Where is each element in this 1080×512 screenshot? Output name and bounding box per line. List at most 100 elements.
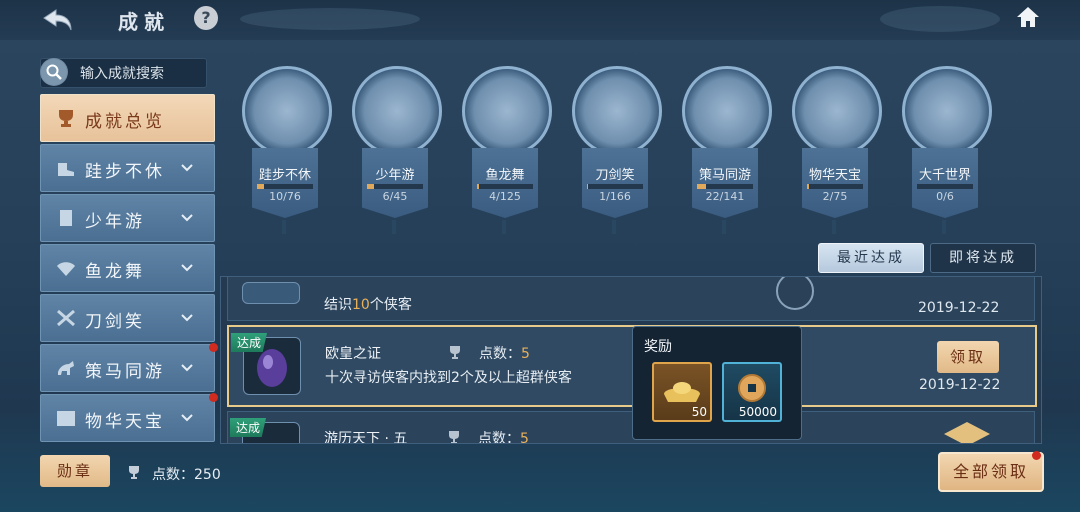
category-stem xyxy=(282,220,286,234)
category-progress-bar xyxy=(367,184,423,189)
category-banner xyxy=(582,148,648,218)
category-badge[interactable]: 刀剑笑 1/166 xyxy=(570,58,662,236)
trophy-icon xyxy=(449,431,459,443)
category-stem xyxy=(722,220,726,234)
fan-ribbon-icon xyxy=(462,66,552,156)
category-count: 10/76 xyxy=(269,190,301,203)
category-stem xyxy=(392,220,396,234)
sidebar-item-1[interactable]: 跬步不休 xyxy=(40,144,215,192)
achievement-row: 结识10个侠客 2019-12-22 xyxy=(227,277,1035,321)
reward-popup-title: 奖励 xyxy=(644,339,672,355)
total-points: 点数：250 xyxy=(152,467,221,483)
help-icon[interactable]: ? xyxy=(194,6,218,30)
medal-button[interactable]: 勋章 xyxy=(40,455,110,487)
sidebar-item-6[interactable]: 物华天宝 xyxy=(40,393,218,442)
category-count: 1/166 xyxy=(599,190,631,203)
tab-upcoming[interactable]: 即将达成 xyxy=(930,243,1036,273)
category-label: 大千世界 xyxy=(918,168,971,183)
sidebar-item-label: 成就总览 xyxy=(85,112,165,132)
book-icon xyxy=(60,210,72,226)
sidebar-item-4[interactable]: 刀剑笑 xyxy=(40,294,215,342)
trophy-icon xyxy=(129,466,139,479)
purple-book-icon xyxy=(352,66,442,156)
back-arrow-icon[interactable] xyxy=(38,6,78,34)
category-banner xyxy=(472,148,538,218)
category-label: 鱼龙舞 xyxy=(485,168,525,183)
sidebar-item-5[interactable]: 策马同游 xyxy=(40,343,218,392)
sidebar-item-3[interactable]: 鱼龙舞 xyxy=(40,244,215,292)
achievement-desc: 十次寻访侠客内找到2个及以上超群侠客 xyxy=(325,370,572,386)
search-icon[interactable] xyxy=(40,58,68,86)
chevron-down-icon xyxy=(181,164,193,172)
sidebar-item-label: 鱼龙舞 xyxy=(85,262,145,282)
sidebar-item-label: 物华天宝 xyxy=(85,412,165,432)
alert-dot xyxy=(209,343,218,352)
achievement-row[interactable]: 达成 游历天下 · 五 点数：5 xyxy=(227,411,1035,444)
category-progress-bar xyxy=(917,184,973,189)
category-banner xyxy=(692,148,758,218)
sidebar-item-label: 少年游 xyxy=(85,212,145,232)
medal-stamp-icon xyxy=(776,277,814,310)
boot-icon xyxy=(58,163,74,176)
scroll-fabric-icon xyxy=(242,66,332,156)
category-label: 少年游 xyxy=(375,168,415,183)
fan-icon xyxy=(57,262,75,276)
reward-item[interactable]: 50 xyxy=(652,362,712,422)
cloud-decoration xyxy=(880,6,1000,32)
category-progress-bar xyxy=(257,184,313,189)
chevron-down-icon xyxy=(181,314,193,322)
treasure-chest-icon xyxy=(792,66,882,156)
category-banner xyxy=(252,148,318,218)
category-count: 0/6 xyxy=(936,190,954,203)
status-badge: 达成 xyxy=(231,333,268,352)
category-stem xyxy=(502,220,506,234)
achievement-desc: 结识10个侠客 xyxy=(324,297,412,313)
trophy-icon xyxy=(450,346,460,359)
category-progress-bar xyxy=(697,184,753,189)
achievement-list[interactable]: 结识10个侠客 2019-12-22 达成 欧皇之证 点数：5 十次寻访侠客内找… xyxy=(220,276,1042,444)
chest-icon xyxy=(57,411,75,426)
sidebar-item-2[interactable]: 少年游 xyxy=(40,194,215,242)
category-stem xyxy=(832,220,836,234)
swords-icon xyxy=(57,309,75,327)
category-label: 刀剑笑 xyxy=(595,168,635,183)
status-badge: 达成 xyxy=(230,418,267,437)
category-count: 2/75 xyxy=(822,190,848,203)
category-label: 物华天宝 xyxy=(808,168,861,183)
category-count: 4/125 xyxy=(489,190,521,203)
category-progress-bar xyxy=(587,184,643,189)
category-banner xyxy=(802,148,868,218)
reward-amount: 50 xyxy=(691,405,707,419)
category-badge[interactable]: 少年游 6/45 xyxy=(350,58,442,236)
category-badge[interactable]: 大千世界 0/6 xyxy=(900,58,992,236)
alert-dot xyxy=(1032,451,1041,460)
horse-icon xyxy=(58,361,74,375)
category-progress-bar xyxy=(477,184,533,189)
chevron-down-icon xyxy=(181,364,193,372)
category-progress-bar xyxy=(807,184,863,189)
achievement-date: 2019-12-22 xyxy=(919,377,1001,393)
category-count: 6/45 xyxy=(382,190,408,203)
category-badge[interactable]: 物华天宝 2/75 xyxy=(790,58,882,236)
trophy-icon xyxy=(59,110,73,127)
alert-dot xyxy=(209,393,218,402)
category-badge[interactable]: 跬步不休 10/76 xyxy=(240,58,332,236)
achievement-thumb xyxy=(242,282,300,304)
crossed-swords-icon xyxy=(572,66,662,156)
category-banner xyxy=(912,148,978,218)
sidebar-item-0[interactable]: 成就总览 xyxy=(40,94,215,142)
horse-icon xyxy=(682,66,772,156)
achievement-points: 点数：5 xyxy=(478,431,529,444)
claim-all-button[interactable]: 全部领取 xyxy=(938,452,1044,492)
reward-amount: 50000 xyxy=(738,405,777,419)
home-icon[interactable] xyxy=(1014,4,1042,30)
cloud-decoration xyxy=(240,8,420,30)
category-badge[interactable]: 鱼龙舞 4/125 xyxy=(460,58,552,236)
claim-button[interactable]: 领取 xyxy=(937,341,999,373)
sidebar-item-label: 刀剑笑 xyxy=(85,312,145,332)
sidebar-item-label: 跬步不休 xyxy=(85,162,165,182)
tab-recent-achieved[interactable]: 最近达成 xyxy=(818,243,924,273)
category-badge[interactable]: 策马同游 22/141 xyxy=(680,58,772,236)
category-banner xyxy=(362,148,428,218)
reward-item[interactable]: 50000 xyxy=(722,362,782,422)
